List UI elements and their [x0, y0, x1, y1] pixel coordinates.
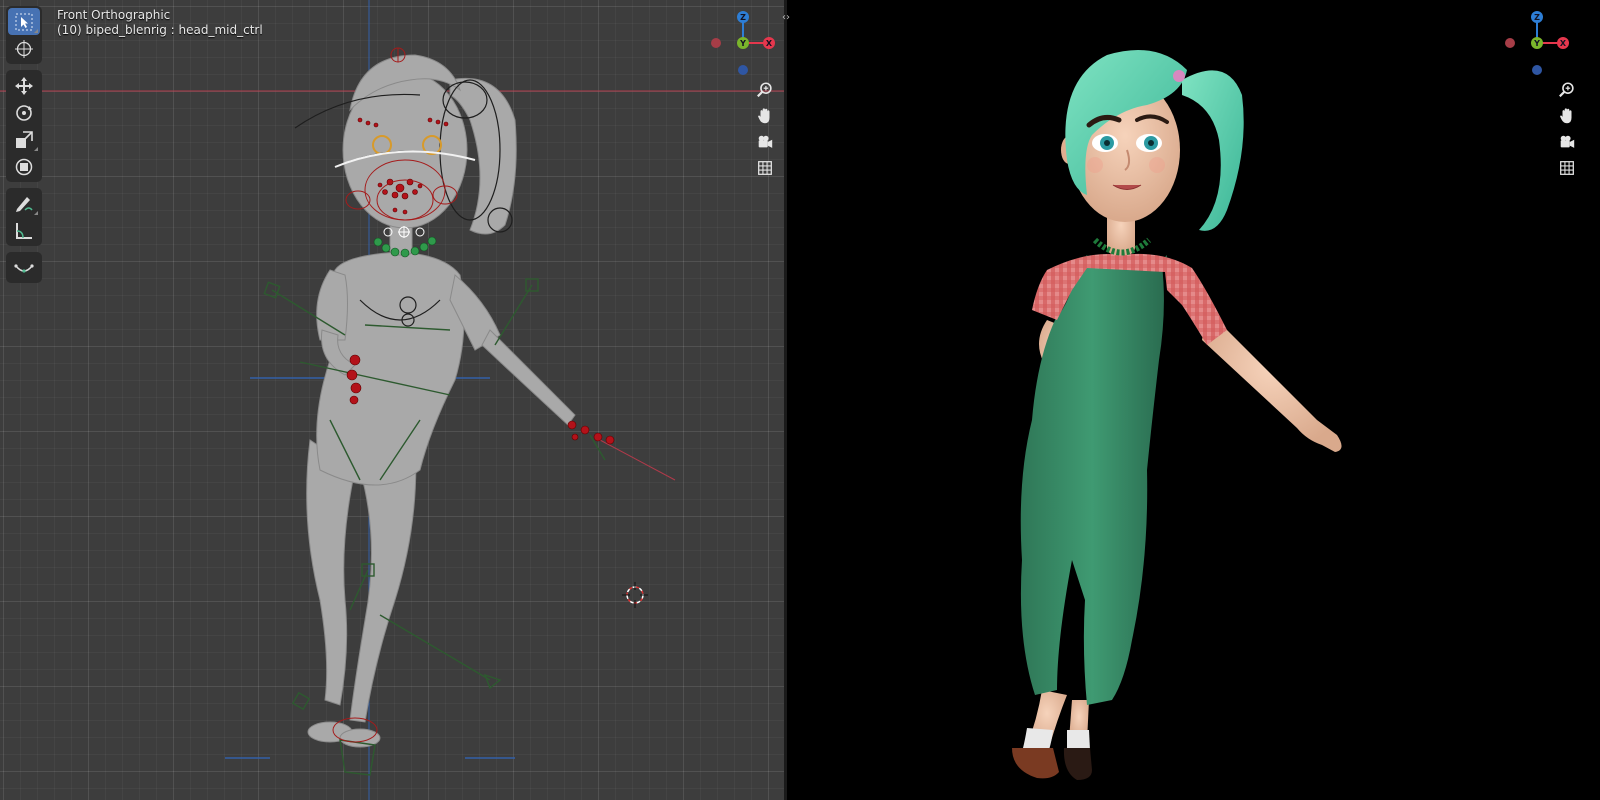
rotate-icon [16, 104, 32, 121]
character-body [306, 54, 576, 748]
rotate-tool[interactable] [8, 99, 40, 126]
pan-button[interactable] [751, 104, 779, 128]
render-gizmo-y-label: Y [1533, 39, 1540, 48]
render-camera-view-button[interactable] [1553, 130, 1581, 154]
pan-hand-icon [758, 108, 770, 124]
render-gizmo-x-label: X [1560, 39, 1567, 48]
right-viewport-render[interactable]: Z Y X [787, 0, 1600, 800]
transform-icon [15, 158, 33, 175]
render-axis-gizmo-icon: Z Y X [1505, 11, 1569, 75]
ortho-grid-icon [758, 161, 772, 175]
navigation-gizmo[interactable]: Z Y X [708, 8, 778, 78]
measure-tool[interactable] [8, 217, 40, 244]
scale-tool[interactable] [8, 126, 40, 153]
viewport-title: Front Orthographic [57, 8, 171, 22]
pose-curve-icon [14, 263, 34, 273]
pose-curve-tool[interactable] [8, 254, 40, 281]
gizmo-x-label: X [766, 39, 773, 48]
camera-icon [758, 135, 773, 148]
gizmo-z-label: Z [740, 13, 746, 22]
zoom-icon [1559, 82, 1574, 98]
navigation-buttons [751, 78, 779, 182]
render-navigation-buttons [1553, 78, 1581, 182]
scale-icon [16, 130, 33, 148]
select-cursor-icon [15, 13, 33, 30]
move-tool[interactable] [8, 72, 40, 99]
measure-icon [16, 222, 32, 239]
pan-hand-icon [1560, 108, 1572, 124]
render-zoom-button[interactable] [1553, 78, 1581, 102]
ortho-toggle-button[interactable] [751, 156, 779, 180]
3d-cursor-tool-icon [15, 39, 33, 58]
axis-gizmo-icon: Z Y X [711, 11, 775, 75]
annotate-icon [16, 196, 33, 212]
render-navigation-gizmo[interactable]: Z Y X [1502, 8, 1572, 78]
tool-shelf [6, 6, 42, 289]
annotate-tool[interactable] [8, 190, 40, 217]
render-pan-button[interactable] [1553, 104, 1581, 128]
active-object-label: (10) biped_blenrig : head_mid_ctrl [57, 23, 263, 37]
zoom-button[interactable] [751, 78, 779, 102]
ortho-grid-icon [1560, 161, 1574, 175]
select-box-tool[interactable] [8, 8, 40, 35]
3d-cursor-icon[interactable] [622, 582, 648, 608]
cursor-tool[interactable] [8, 35, 40, 62]
gizmo-y-label: Y [739, 39, 746, 48]
move-icon [15, 76, 33, 95]
zoom-icon [757, 82, 772, 98]
rig-scene [0, 0, 784, 800]
camera-icon [1560, 135, 1575, 148]
camera-view-button[interactable] [751, 130, 779, 154]
rendered-character [1012, 50, 1342, 780]
split-arrows-icon[interactable]: ‹› [779, 12, 793, 24]
transform-tool[interactable] [8, 153, 40, 180]
render-ortho-toggle-button[interactable] [1553, 156, 1581, 180]
left-viewport[interactable]: Front Orthographic (10) biped_blenrig : … [0, 0, 784, 800]
render-gizmo-z-label: Z [1534, 13, 1540, 22]
